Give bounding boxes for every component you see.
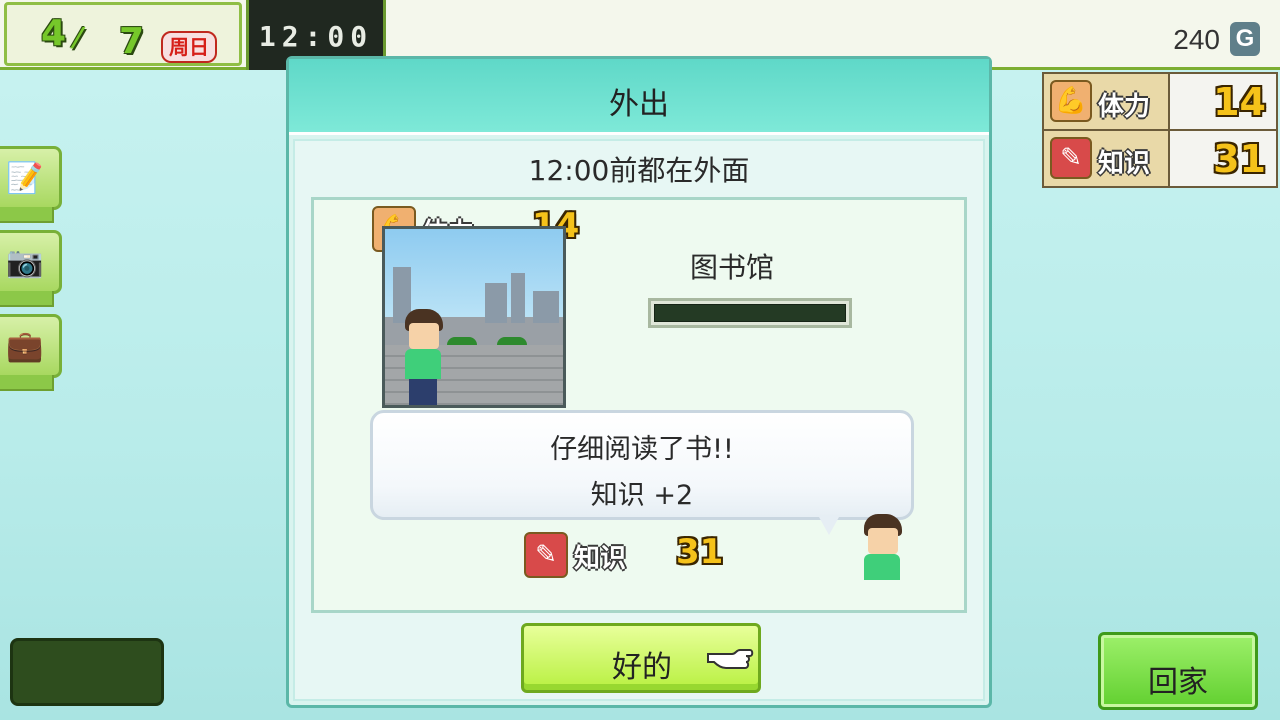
activity-progress-bar [648, 298, 852, 328]
stat-value-stamina: 14 [1213, 80, 1266, 124]
money-amount: 240 [1173, 24, 1220, 55]
location-scene-image [382, 226, 566, 408]
location-name: 图书馆 [689, 251, 774, 284]
notebook-icon: 📝 [6, 161, 44, 196]
result-knowledge: ✎ 知识 31 [524, 532, 734, 578]
gold-currency-icon: G [1230, 22, 1260, 56]
date-separator: / [68, 23, 87, 53]
result-panel: 💪 体力 14 图书馆 仔细阅读了书!! 知识 +2 [311, 197, 967, 613]
disabled-menu-button [10, 638, 164, 706]
speech-bubble: 仔细阅读了书!! 知识 +2 [370, 410, 914, 535]
camera-icon: 📷 [6, 245, 44, 280]
month-value: 4 [41, 13, 67, 54]
character-portrait-sprite [860, 514, 904, 580]
ok-button-label: 好的 [612, 650, 672, 685]
player-stats-panel: 💪 体力 14 ✎ 知识 31 [1042, 72, 1278, 188]
stamina-icon: 💪 [1050, 80, 1092, 122]
outing-dialog: 外出 12:00前都在外面 💪 体力 14 图书馆 [286, 56, 992, 708]
camera-button[interactable]: 📷 [0, 230, 62, 307]
clock-time: 12:00 [258, 20, 374, 53]
knowledge-icon: ✎ [1050, 137, 1092, 179]
stat-label-knowledge: 知识 [1098, 149, 1151, 179]
knowledge-icon: ✎ [524, 532, 568, 578]
dialog-title-bar: 外出 [289, 59, 989, 135]
ok-button[interactable]: 好的 [521, 623, 761, 693]
result-knowledge-value: 31 [676, 532, 724, 572]
date-display: 4 / 7 周日 [4, 2, 242, 66]
briefcase-button[interactable]: 💼 [0, 314, 62, 391]
pointing-hand-icon [707, 649, 754, 669]
stat-row-knowledge: ✎ 知识 31 [1044, 131, 1276, 186]
notebook-button[interactable]: 📝 [0, 146, 62, 223]
stat-label-stamina: 体力 [1098, 92, 1151, 122]
weekday-badge: 周日 [161, 31, 217, 63]
briefcase-icon: 💼 [6, 329, 44, 364]
go-home-button[interactable]: 回家 [1098, 632, 1258, 710]
result-knowledge-label: 知识 [574, 544, 627, 574]
day-value: 7 [119, 21, 145, 62]
go-home-label: 回家 [1148, 665, 1208, 700]
result-gain: 知识 +2 [590, 480, 694, 511]
dialog-title: 外出 [609, 87, 669, 122]
dialog-subtitle: 12:00前都在外面 [528, 154, 750, 187]
result-message: 仔细阅读了书!! [550, 434, 734, 465]
player-character-sprite [401, 309, 445, 405]
stat-value-knowledge: 31 [1213, 137, 1266, 181]
stat-row-stamina: 💪 体力 14 [1044, 74, 1276, 129]
